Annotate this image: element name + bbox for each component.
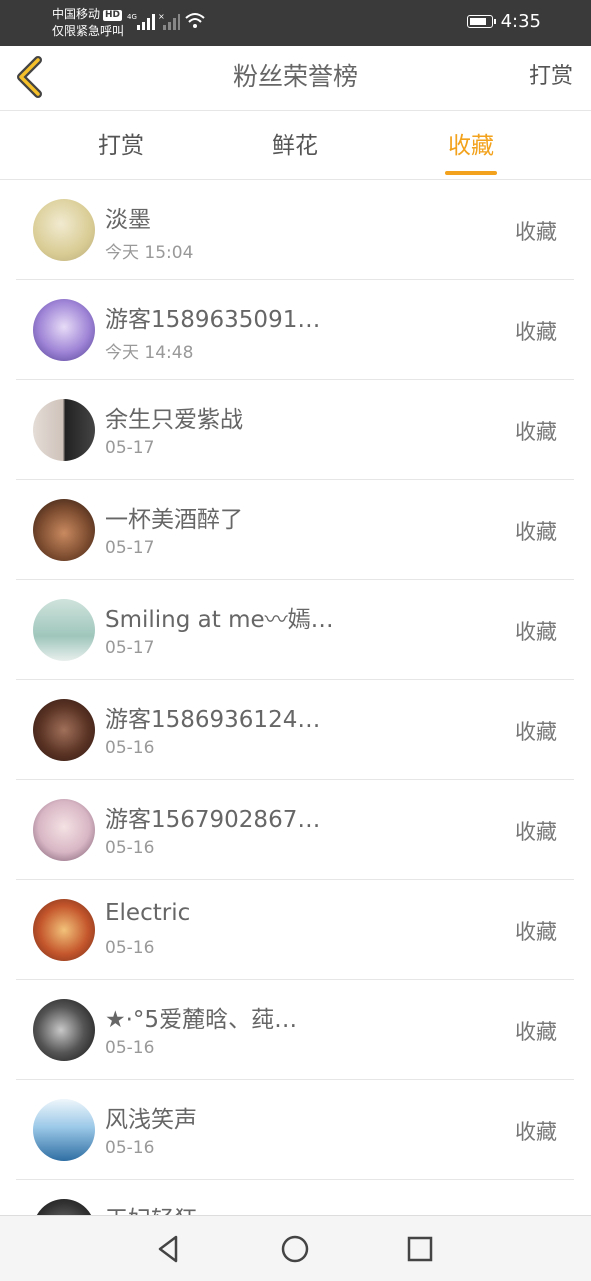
list-item[interactable]: Electric 05-16 收藏 <box>16 880 574 980</box>
action-label: 收藏 <box>515 220 557 244</box>
tab-reward[interactable]: 打赏 <box>61 111 181 181</box>
favorite-date: 05-16 <box>105 738 155 758</box>
favorite-date: 今天 15:04 <box>105 243 194 263</box>
square-recents-icon <box>407 1236 433 1262</box>
avatar <box>33 399 95 461</box>
active-tab-indicator <box>445 171 497 175</box>
battery-icon <box>467 15 496 28</box>
signal-no-sim-icon: × <box>158 12 180 30</box>
user-name: ★·°5爱麓晗、莼… <box>105 1007 298 1033</box>
avatar <box>33 1099 95 1161</box>
fan-list: 淡墨 今天 15:04 收藏 游客1589635091… 今天 14:48 收藏… <box>0 180 591 1215</box>
list-item[interactable]: 淡墨 今天 15:04 收藏 <box>16 180 574 280</box>
action-label: 收藏 <box>515 920 557 944</box>
carrier-info: 中国移动 HD 仅限紧急呼叫 <box>52 6 124 40</box>
favorite-date: 05-16 <box>105 1038 155 1058</box>
avatar <box>33 299 95 361</box>
list-item[interactable]: Smiling at me〰嫣… 05-17 收藏 <box>16 580 574 680</box>
user-name: Electric <box>105 900 191 926</box>
user-name: Smiling at me〰嫣… <box>105 607 334 633</box>
user-name: 余生只爱紫战 <box>105 407 243 433</box>
list-item[interactable]: 余生只爱紫战 05-17 收藏 <box>16 380 574 480</box>
avatar <box>33 899 95 961</box>
favorite-date: 05-17 <box>105 538 155 558</box>
carrier-name: 中国移动 <box>52 7 101 21</box>
list-item[interactable]: 王妃轻狂 <box>16 1180 574 1215</box>
action-label: 收藏 <box>515 320 557 344</box>
tab-flowers[interactable]: 鲜花 <box>235 111 355 181</box>
action-label: 收藏 <box>515 620 557 644</box>
wifi-icon <box>185 13 205 28</box>
favorite-date: 05-16 <box>105 938 155 958</box>
back-nav-button[interactable] <box>152 1232 186 1266</box>
action-label: 收藏 <box>515 1020 557 1044</box>
avatar <box>33 1199 95 1215</box>
app-header: 粉丝荣誉榜 打赏 <box>0 46 591 111</box>
clock: 4:35 <box>500 11 541 32</box>
user-name: 风浅笑声 <box>105 1107 197 1133</box>
tab-bar: 打赏 鲜花 收藏 <box>0 111 591 180</box>
avatar <box>33 699 95 761</box>
triangle-back-icon <box>158 1235 178 1263</box>
favorite-date: 今天 14:48 <box>105 343 194 363</box>
action-label: 收藏 <box>515 820 557 844</box>
page-title: 粉丝荣誉榜 <box>232 62 358 91</box>
signal-4g-icon: 4G <box>127 13 155 30</box>
network-label: 4G <box>127 13 137 21</box>
favorite-date: 05-16 <box>105 1138 155 1158</box>
favorite-date: 05-17 <box>105 438 155 458</box>
user-name: 一杯美酒醉了 <box>105 507 243 533</box>
hd-badge: HD <box>103 10 123 21</box>
list-item[interactable]: 一杯美酒醉了 05-17 收藏 <box>16 480 574 580</box>
user-name: 王妃轻狂 <box>105 1200 197 1215</box>
home-nav-button[interactable] <box>278 1232 312 1266</box>
list-item[interactable]: 游客1567902867… 05-16 收藏 <box>16 780 574 880</box>
favorite-date: 05-17 <box>105 638 155 658</box>
recents-nav-button[interactable] <box>403 1232 437 1266</box>
battery-level-fill <box>470 18 486 25</box>
user-name: 游客1567902867… <box>105 807 321 833</box>
user-name: 游客1589635091… <box>105 307 321 333</box>
status-bar: 中国移动 HD 仅限紧急呼叫 4G × 4:35 <box>0 0 591 46</box>
action-label: 收藏 <box>515 520 557 544</box>
user-name: 淡墨 <box>105 207 151 233</box>
list-item[interactable]: ★·°5爱麓晗、莼… 05-16 收藏 <box>16 980 574 1080</box>
emergency-only-text: 仅限紧急呼叫 <box>52 24 125 38</box>
action-label: 收藏 <box>515 720 557 744</box>
circle-home-icon <box>281 1235 309 1263</box>
avatar <box>33 599 95 661</box>
list-item[interactable]: 游客1586936124… 05-16 收藏 <box>16 680 574 780</box>
avatar <box>33 799 95 861</box>
reward-button[interactable]: 打赏 <box>529 46 573 108</box>
avatar <box>33 199 95 261</box>
action-label: 收藏 <box>515 1120 557 1144</box>
avatar <box>33 999 95 1061</box>
svg-text:×: × <box>158 12 165 21</box>
user-name: 游客1586936124… <box>105 707 321 733</box>
action-label: 收藏 <box>515 420 557 444</box>
list-item[interactable]: 风浅笑声 05-16 收藏 <box>16 1080 574 1180</box>
avatar <box>33 499 95 561</box>
system-nav-bar <box>0 1215 591 1281</box>
list-item[interactable]: 游客1589635091… 今天 14:48 收藏 <box>16 280 574 380</box>
favorite-date: 05-16 <box>105 838 155 858</box>
